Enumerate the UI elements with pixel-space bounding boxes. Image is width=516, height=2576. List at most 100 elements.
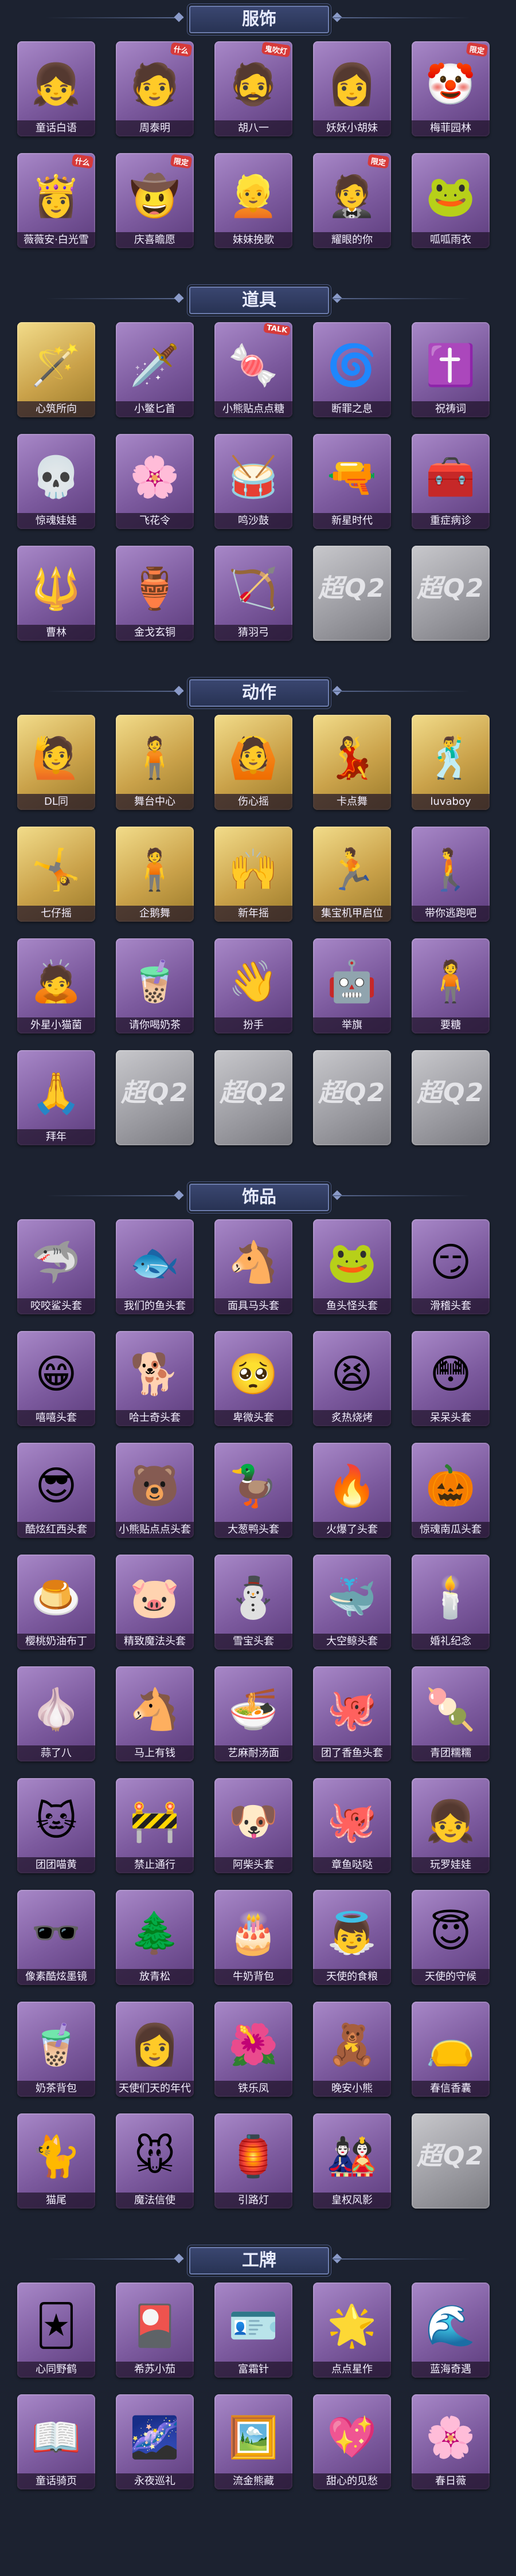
item-card[interactable]: 🦈 咬咬鲨头套: [17, 1219, 95, 1314]
locked-item-card[interactable]: 超Q2: [214, 1050, 292, 1145]
item-card[interactable]: 🐙 团了香鱼头套: [313, 1666, 391, 1761]
item-card[interactable]: 🌸 春日薇: [412, 2394, 490, 2489]
item-card[interactable]: 😫 炙热烧烤: [313, 1331, 391, 1426]
item-card[interactable]: 🧋 请你喝奶茶: [116, 938, 194, 1033]
locked-item-card[interactable]: 超Q2: [412, 1050, 490, 1145]
item-card[interactable]: 🥺 卑微头套: [214, 1331, 292, 1426]
item-card[interactable]: 🚶 带你逃跑吧: [412, 827, 490, 922]
item-card[interactable]: 🎴 希苏小茄: [116, 2283, 194, 2378]
item-card[interactable]: 🍜 艺麻耐汤面: [214, 1666, 292, 1761]
item-card[interactable]: 🐳 大空鲸头套: [313, 1555, 391, 1650]
item-card[interactable]: 🔫 新星时代: [313, 434, 391, 529]
item-card[interactable]: 😳 呆呆头套: [412, 1331, 490, 1426]
item-card[interactable]: 👝 春信香囊: [412, 2002, 490, 2097]
item-card[interactable]: 👩 妖妖小胡妹: [313, 41, 391, 136]
item-card[interactable]: 🍬 TALK 小熊贴点点糖: [214, 322, 292, 417]
item-card[interactable]: 🗡️ 小鳖匕首: [116, 322, 194, 417]
item-card[interactable]: 👧 玩罗娃娃: [412, 1778, 490, 1873]
item-card[interactable]: 🔥 火爆了头套: [313, 1443, 391, 1538]
item-card[interactable]: 🍮 樱桃奶油布丁: [17, 1555, 95, 1650]
item-card[interactable]: 🐱 团团喵黄: [17, 1778, 95, 1873]
item-card[interactable]: 🕶️ 像素酷炫墨镜: [17, 1890, 95, 1985]
item-card[interactable]: 👼 天使的食粮: [313, 1890, 391, 1985]
item-card[interactable]: 🖼️ 流金熊藏: [214, 2394, 292, 2489]
item-card[interactable]: 🏹 猜羽弓: [214, 546, 292, 641]
item-card[interactable]: 🧔 鬼吹灯 胡八一: [214, 41, 292, 136]
item-card[interactable]: 👩 天使们天的年代: [116, 2002, 194, 2097]
item-card[interactable]: 🤖 举旗: [313, 938, 391, 1033]
item-card[interactable]: 🕺 luvaboy: [412, 715, 490, 810]
item-card[interactable]: 😏 滑稽头套: [412, 1219, 490, 1314]
item-card[interactable]: 🧰 重症病诊: [412, 434, 490, 529]
item-card[interactable]: ✝️ 祝祷词: [412, 322, 490, 417]
item-card[interactable]: 🐴 面具马头套: [214, 1219, 292, 1314]
item-card[interactable]: 🐙 章鱼哒哒: [313, 1778, 391, 1873]
item-card[interactable]: 🧑 什么 周泰明: [116, 41, 194, 136]
item-card[interactable]: 🌟 点点星作: [313, 2283, 391, 2378]
item-card[interactable]: 🧸 晚安小熊: [313, 2002, 391, 2097]
item-card[interactable]: 🧍 要糖: [412, 938, 490, 1033]
item-card[interactable]: 🤡 限定 梅菲园林: [412, 41, 490, 136]
item-card[interactable]: 🙇 外星小猫菌: [17, 938, 95, 1033]
item-card[interactable]: 🌀 断罪之息: [313, 322, 391, 417]
item-card[interactable]: 🕯️ 婚礼纪念: [412, 1555, 490, 1650]
item-card[interactable]: 🧄 蒜了八: [17, 1666, 95, 1761]
item-card[interactable]: 🌲 放青松: [116, 1890, 194, 1985]
item-card[interactable]: 🧋 奶茶背包: [17, 2002, 95, 2097]
item-card[interactable]: 🐻 小熊贴点点头套: [116, 1443, 194, 1538]
item-card[interactable]: 😇 天使的守候: [412, 1890, 490, 1985]
item-card[interactable]: 🐷 精致魔法头套: [116, 1555, 194, 1650]
item-card[interactable]: 🐸 呱呱雨衣: [412, 153, 490, 248]
item-card[interactable]: 🌸 飞花令: [116, 434, 194, 529]
item-card[interactable]: 🎎 皇权风影: [313, 2113, 391, 2209]
item-card[interactable]: 🚧 禁止通行: [116, 1778, 194, 1873]
item-card[interactable]: 🥁 鸣沙鼓: [214, 434, 292, 529]
item-card[interactable]: ⛄ 雪宝头套: [214, 1555, 292, 1650]
item-card[interactable]: 👸 什么 薇薇安·白光雪: [17, 153, 95, 248]
item-card[interactable]: 🪪 富霜针: [214, 2283, 292, 2378]
item-card[interactable]: 🙌 新年摇: [214, 827, 292, 922]
locked-item-card[interactable]: 超Q2: [412, 2113, 490, 2209]
item-card[interactable]: 🏃 集宝机甲启位: [313, 827, 391, 922]
item-card[interactable]: 🐸 鱼头怪头套: [313, 1219, 391, 1314]
item-card[interactable]: 🌺 铁乐凤: [214, 2002, 292, 2097]
item-card[interactable]: 🏮 引路灯: [214, 2113, 292, 2209]
item-card[interactable]: 💀 惊魂娃娃: [17, 434, 95, 529]
item-card[interactable]: 🐴 马上有钱: [116, 1666, 194, 1761]
item-card[interactable]: 🍡 青团糯糯: [412, 1666, 490, 1761]
item-card[interactable]: 🏺 金戈玄铜: [116, 546, 194, 641]
locked-item-card[interactable]: 超Q2: [116, 1050, 194, 1145]
item-card[interactable]: 🔱 曹林: [17, 546, 95, 641]
item-card[interactable]: 👱 妹妹挽歌: [214, 153, 292, 248]
item-card[interactable]: 🐈 猫尾: [17, 2113, 95, 2209]
item-card[interactable]: 🙆 伤心摇: [214, 715, 292, 810]
locked-item-card[interactable]: 超Q2: [313, 546, 391, 641]
item-card[interactable]: 🦆 大葱鸭头套: [214, 1443, 292, 1538]
item-card[interactable]: 👧 童话白语: [17, 41, 95, 136]
item-card[interactable]: 🃏 心同野鹤: [17, 2283, 95, 2378]
item-card[interactable]: 🐶 阿柴头套: [214, 1778, 292, 1873]
locked-item-card[interactable]: 超Q2: [412, 546, 490, 641]
item-card[interactable]: 🧍 舞台中心: [116, 715, 194, 810]
item-card[interactable]: 🤵 限定 耀眼的你: [313, 153, 391, 248]
item-card[interactable]: 🐟 我们的鱼头套: [116, 1219, 194, 1314]
locked-item-card[interactable]: 超Q2: [313, 1050, 391, 1145]
item-card[interactable]: 🌊 蓝海奇遇: [412, 2283, 490, 2378]
item-card[interactable]: 🤠 限定 庆喜瞻愿: [116, 153, 194, 248]
item-card[interactable]: 🧍 企鹅舞: [116, 827, 194, 922]
item-card[interactable]: 😁 嘻嘻头套: [17, 1331, 95, 1426]
item-card[interactable]: 🤸 七仔摇: [17, 827, 95, 922]
item-card[interactable]: 💖 甜心的见愁: [313, 2394, 391, 2489]
item-card[interactable]: 👋 扮手: [214, 938, 292, 1033]
item-card[interactable]: 💃 卡点舞: [313, 715, 391, 810]
item-card[interactable]: 🐕 哈士奇头套: [116, 1331, 194, 1426]
item-card[interactable]: 🌌 永夜巡礼: [116, 2394, 194, 2489]
item-card[interactable]: 🙏 拜年: [17, 1050, 95, 1145]
item-card[interactable]: 🪄 心筑所向: [17, 322, 95, 417]
item-card[interactable]: 🙋 DL同: [17, 715, 95, 810]
item-card[interactable]: 📖 童话骑页: [17, 2394, 95, 2489]
item-card[interactable]: 🎃 惊魂南瓜头套: [412, 1443, 490, 1538]
item-card[interactable]: 🎂 牛奶背包: [214, 1890, 292, 1985]
item-card[interactable]: 😎 酷炫红西头套: [17, 1443, 95, 1538]
item-card[interactable]: 🐭 魔法信使: [116, 2113, 194, 2209]
